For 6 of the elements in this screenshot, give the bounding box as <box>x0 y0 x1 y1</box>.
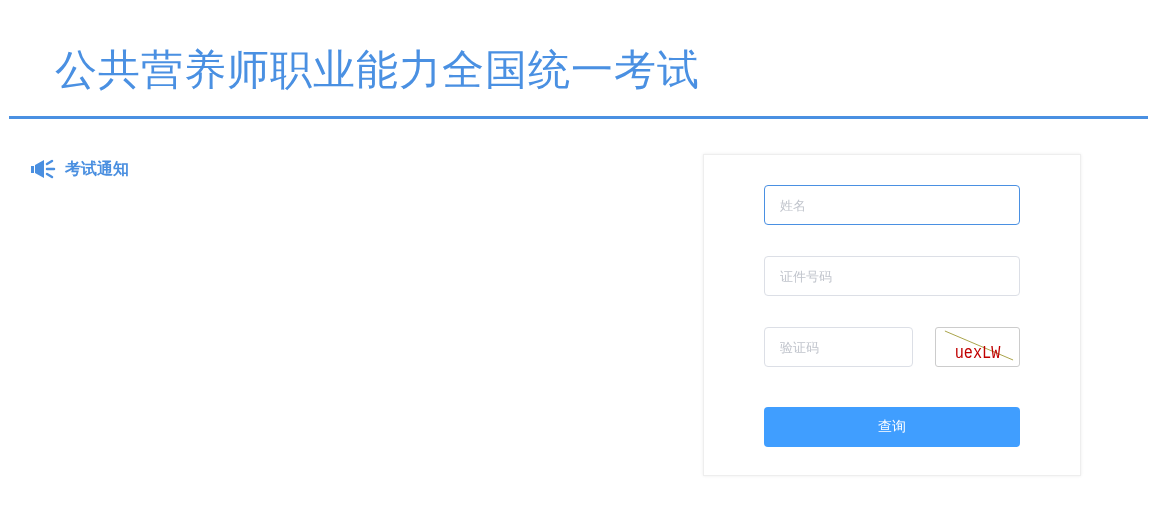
query-button[interactable]: 查询 <box>764 407 1020 447</box>
notice-link[interactable]: 考试通知 <box>65 158 129 180</box>
input-field[interactable]: 姓名 <box>764 185 1020 225</box>
page-title: 公共营养师职业能力全国统一考试 <box>55 46 700 94</box>
captcha-image[interactable]: uexLW <box>935 327 1020 367</box>
megaphone-icon <box>30 159 56 179</box>
